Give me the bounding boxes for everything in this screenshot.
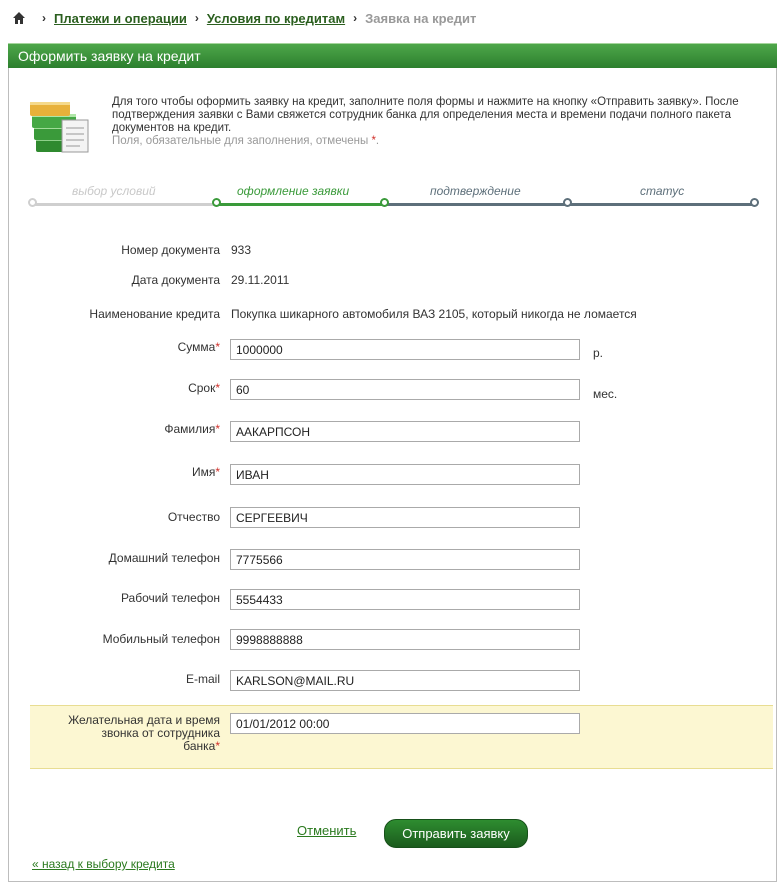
doc-number-value: 933 [231, 243, 252, 257]
mobile-phone-label: Мобильный телефон [102, 632, 220, 646]
step-confirmation: подтверждение [430, 184, 521, 198]
term-label-text: Срок [188, 381, 216, 395]
email-input[interactable] [230, 670, 580, 691]
call-time-label-line3: банка [183, 739, 216, 753]
term-input[interactable] [230, 379, 580, 400]
credit-name-label: Наименование кредита [89, 307, 220, 321]
doc-date-label: Дата документа [131, 273, 220, 287]
credit-name-value: Покупка шикарного автомобиля ВАЗ 2105, к… [231, 307, 637, 321]
home-icon[interactable] [12, 11, 26, 25]
breadcrumb-current: Заявка на кредит [365, 10, 477, 26]
name-label-text: Имя [191, 465, 216, 479]
required-note: Поля, обязательные для заполнения, отмеч… [112, 135, 379, 147]
money-stack-icon [30, 102, 89, 153]
surname-label: Фамилия* [164, 422, 220, 436]
breadcrumb-credit-terms-link[interactable]: Условия по кредитам [207, 11, 345, 26]
step-dot [563, 198, 572, 207]
patronymic-input[interactable] [230, 507, 580, 528]
work-phone-input[interactable] [230, 589, 580, 610]
step-dot [28, 198, 37, 207]
breadcrumb-separator: › [194, 11, 199, 25]
required-note-end: . [375, 135, 380, 147]
surname-input[interactable] [230, 421, 580, 442]
call-time-label-line2: звонка от сотрудника [101, 726, 220, 740]
cancel-link[interactable]: Отменить [297, 823, 356, 838]
patronymic-label: Отчество [167, 510, 220, 524]
step-status: статус [640, 184, 685, 198]
step-dot [212, 198, 221, 207]
breadcrumb-separator: › [353, 11, 358, 25]
call-time-label: Желательная дата и время звонка от сотру… [68, 714, 220, 753]
breadcrumb: › Платежи и операции › Условия по кредит… [12, 6, 476, 30]
required-mark: * [215, 340, 220, 354]
required-note-text: Поля, обязательные для заполнения, отмеч… [112, 135, 369, 147]
term-unit: мес. [593, 387, 618, 401]
doc-date-value: 29.11.2011 [231, 273, 290, 287]
step-dot [750, 198, 759, 207]
required-mark: * [215, 381, 220, 395]
step-fill-application: оформление заявки [237, 184, 350, 198]
sum-unit: р. [593, 346, 604, 360]
required-mark: * [215, 465, 220, 479]
back-to-credit-selection-link[interactable]: « назад к выбору кредита [32, 857, 175, 871]
sum-label: Сумма* [178, 340, 220, 354]
sum-label-text: Сумма [177, 340, 216, 354]
name-label: Имя* [192, 465, 220, 479]
step-select-conditions: выбор условий [72, 184, 156, 198]
intro-description: Для того чтобы оформить заявку на кредит… [112, 96, 739, 134]
intro-text: Для того чтобы оформить заявку на кредит… [112, 96, 742, 148]
step-line-done [32, 203, 216, 206]
email-label: E-mail [185, 672, 220, 686]
progress-steps: выбор условий оформление заявки подтверж… [28, 184, 760, 214]
submit-application-button[interactable]: Отправить заявку [384, 819, 528, 848]
breadcrumb-separator: › [42, 11, 46, 25]
work-phone-label: Рабочий телефон [120, 591, 220, 605]
surname-label-text: Фамилия [164, 422, 216, 436]
mobile-phone-input[interactable] [230, 629, 580, 650]
home-phone-input[interactable] [230, 549, 580, 570]
term-label: Срок* [188, 381, 220, 395]
home-phone-label: Домашний телефон [108, 551, 220, 565]
step-line-active [216, 203, 384, 206]
doc-number-label: Номер документа [121, 243, 220, 257]
breadcrumb-payments-link[interactable]: Платежи и операции [54, 11, 187, 26]
name-input[interactable] [230, 464, 580, 485]
sum-input[interactable] [230, 339, 580, 360]
required-mark: * [215, 422, 220, 436]
step-dot [380, 198, 389, 207]
call-time-input[interactable] [230, 713, 580, 734]
required-mark: * [215, 739, 220, 753]
call-time-label-line1: Желательная дата и время [68, 713, 220, 727]
panel-title: Оформить заявку на кредит [8, 43, 777, 68]
